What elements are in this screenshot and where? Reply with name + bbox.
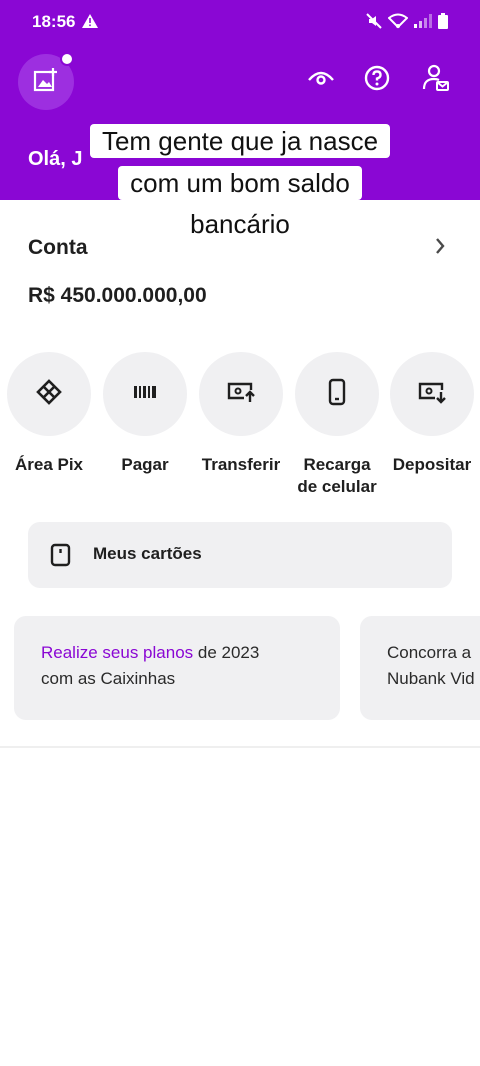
add-photo-icon [33, 67, 59, 98]
my-cards-label: Meus cartões [93, 544, 202, 563]
greeting-text: Olá, J [28, 148, 83, 170]
battery-icon [438, 13, 448, 34]
transfer-icon [226, 380, 256, 409]
action-label: Área Pix [14, 455, 84, 474]
divider [0, 746, 480, 748]
promo-card-caixinhas[interactable]: Realize seus planos de 2023 com as Caixi… [14, 616, 340, 720]
action-depositar[interactable]: Depositar [384, 352, 480, 476]
action-transferir[interactable]: Transferir [193, 352, 289, 476]
invite-friends-button[interactable] [420, 64, 452, 96]
status-bar: 18:56 [0, 0, 480, 44]
account-row[interactable]: Conta [0, 222, 480, 274]
action-pagar[interactable]: Pagar [97, 352, 193, 476]
action-area-pix[interactable]: Área Pix [1, 352, 97, 476]
signal-icon [414, 14, 432, 33]
promo-card-concorra[interactable]: Concorra a Nubank Vid [360, 616, 480, 720]
help-button[interactable] [361, 64, 393, 96]
action-label: Transferir [201, 455, 281, 474]
card-icon [50, 543, 72, 572]
account-title: Conta [28, 236, 88, 259]
promo-text: Realize seus planos de 2023 com as Caixi… [41, 640, 259, 692]
action-label: Depositar [392, 455, 472, 474]
account-balance: R$ 450.000.000,00 [28, 284, 207, 307]
phone-icon [328, 378, 346, 411]
status-time: 18:56 [32, 12, 76, 31]
header: 18:56 Olá, J [0, 0, 480, 200]
action-circle [7, 352, 91, 436]
promo-highlight: Realize seus planos [41, 643, 194, 662]
person-mail-icon [422, 64, 450, 97]
promo-text-line2: com as Caixinhas [41, 669, 176, 688]
status-icons [366, 13, 448, 34]
action-circle [390, 352, 474, 436]
quick-actions: Área Pix Pagar Transferir Recarga de cel… [0, 352, 480, 502]
hide-balance-button[interactable] [305, 64, 337, 96]
notification-dot [60, 52, 74, 66]
barcode-icon [132, 385, 158, 404]
warning-icon [82, 14, 98, 33]
my-cards-button[interactable]: Meus cartões [28, 522, 452, 588]
promo-text: Concorra a Nubank Vid [387, 640, 475, 692]
action-label: Pagar [121, 455, 169, 474]
action-circle [295, 352, 379, 436]
action-circle [199, 352, 283, 436]
promo-text-rest: de 2023 [193, 643, 260, 662]
help-icon [364, 65, 390, 96]
chevron-right-icon [434, 236, 446, 261]
action-circle [103, 352, 187, 436]
pix-icon [35, 378, 63, 411]
deposit-icon [417, 380, 447, 409]
mute-icon [366, 13, 382, 34]
wifi-icon [387, 13, 409, 34]
promo-text-line2: Nubank Vid [387, 669, 475, 688]
eye-icon [307, 68, 335, 93]
action-recarga-celular[interactable]: Recarga de celular [289, 352, 385, 498]
promo-text-line1: Concorra a [387, 643, 472, 662]
action-label: Recarga de celular [297, 455, 377, 496]
